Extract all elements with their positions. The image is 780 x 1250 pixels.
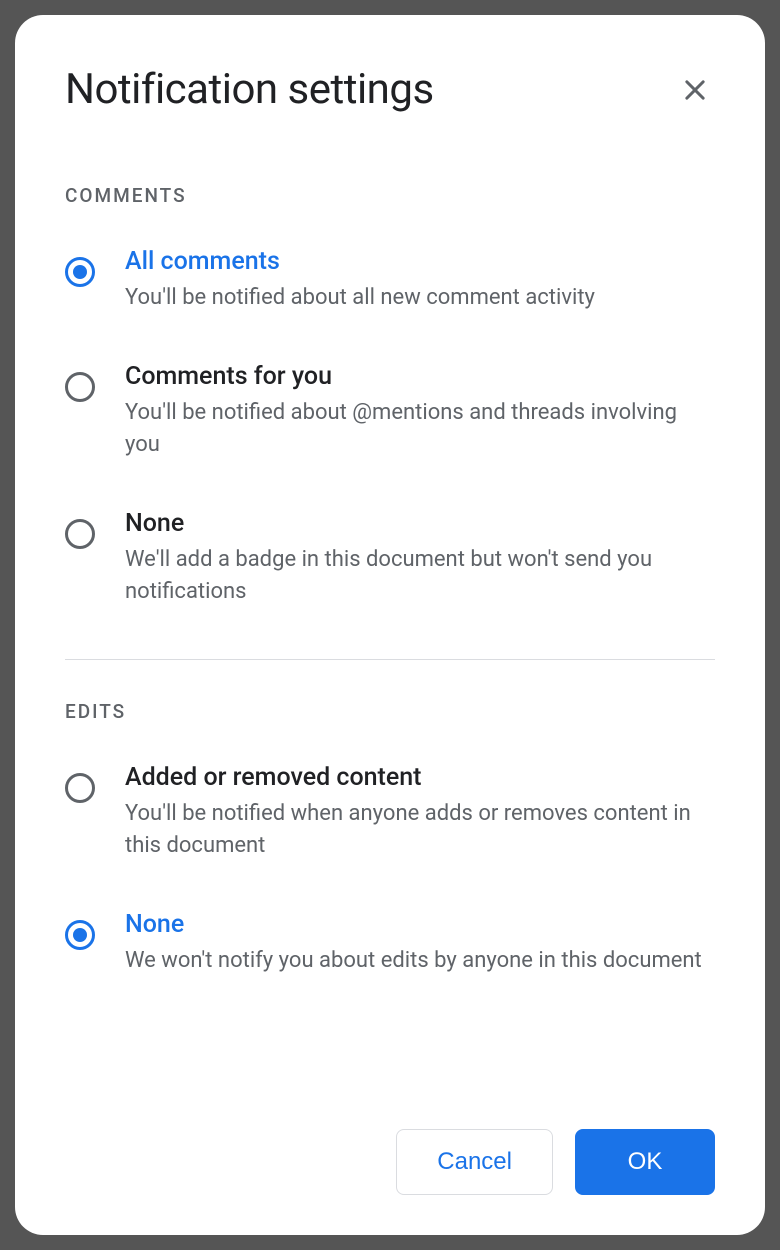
radio-option-added-removed[interactable]: Added or removed content You'll be notif… bbox=[65, 763, 715, 862]
radio-content: Comments for you You'll be notified abou… bbox=[125, 362, 715, 461]
dialog-title: Notification settings bbox=[65, 65, 434, 114]
radio-content: Added or removed content You'll be notif… bbox=[125, 763, 715, 862]
radio-indicator bbox=[65, 519, 95, 549]
radio-indicator bbox=[65, 773, 95, 803]
radio-title: Comments for you bbox=[125, 362, 715, 391]
cancel-button[interactable]: Cancel bbox=[396, 1129, 553, 1195]
section-divider bbox=[65, 659, 715, 660]
radio-title: None bbox=[125, 509, 715, 538]
edits-section-label: EDITS bbox=[65, 700, 715, 723]
radio-description: We'll add a badge in this document but w… bbox=[125, 544, 715, 608]
close-button[interactable] bbox=[675, 70, 715, 110]
notification-settings-dialog: Notification settings COMMENTS All comme… bbox=[15, 15, 765, 1235]
comments-section-label: COMMENTS bbox=[65, 184, 715, 207]
ok-button[interactable]: OK bbox=[575, 1129, 715, 1195]
dialog-footer: Cancel OK bbox=[65, 1099, 715, 1195]
radio-option-comments-for-you[interactable]: Comments for you You'll be notified abou… bbox=[65, 362, 715, 461]
radio-title: Added or removed content bbox=[125, 763, 715, 792]
radio-indicator bbox=[65, 257, 95, 287]
radio-option-edits-none[interactable]: None We won't notify you about edits by … bbox=[65, 910, 715, 977]
radio-title: All comments bbox=[125, 247, 715, 276]
dialog-header: Notification settings bbox=[65, 65, 715, 114]
radio-description: You'll be notified about @mentions and t… bbox=[125, 397, 715, 461]
radio-content: All comments You'll be notified about al… bbox=[125, 247, 715, 314]
radio-title: None bbox=[125, 910, 715, 939]
radio-description: You'll be notified when anyone adds or r… bbox=[125, 798, 715, 862]
radio-indicator bbox=[65, 372, 95, 402]
radio-option-comments-none[interactable]: None We'll add a badge in this document … bbox=[65, 509, 715, 608]
radio-content: None We'll add a badge in this document … bbox=[125, 509, 715, 608]
radio-option-all-comments[interactable]: All comments You'll be notified about al… bbox=[65, 247, 715, 314]
radio-description: You'll be notified about all new comment… bbox=[125, 282, 715, 314]
radio-indicator bbox=[65, 920, 95, 950]
radio-description: We won't notify you about edits by anyon… bbox=[125, 945, 715, 977]
radio-content: None We won't notify you about edits by … bbox=[125, 910, 715, 977]
close-icon bbox=[681, 76, 709, 104]
